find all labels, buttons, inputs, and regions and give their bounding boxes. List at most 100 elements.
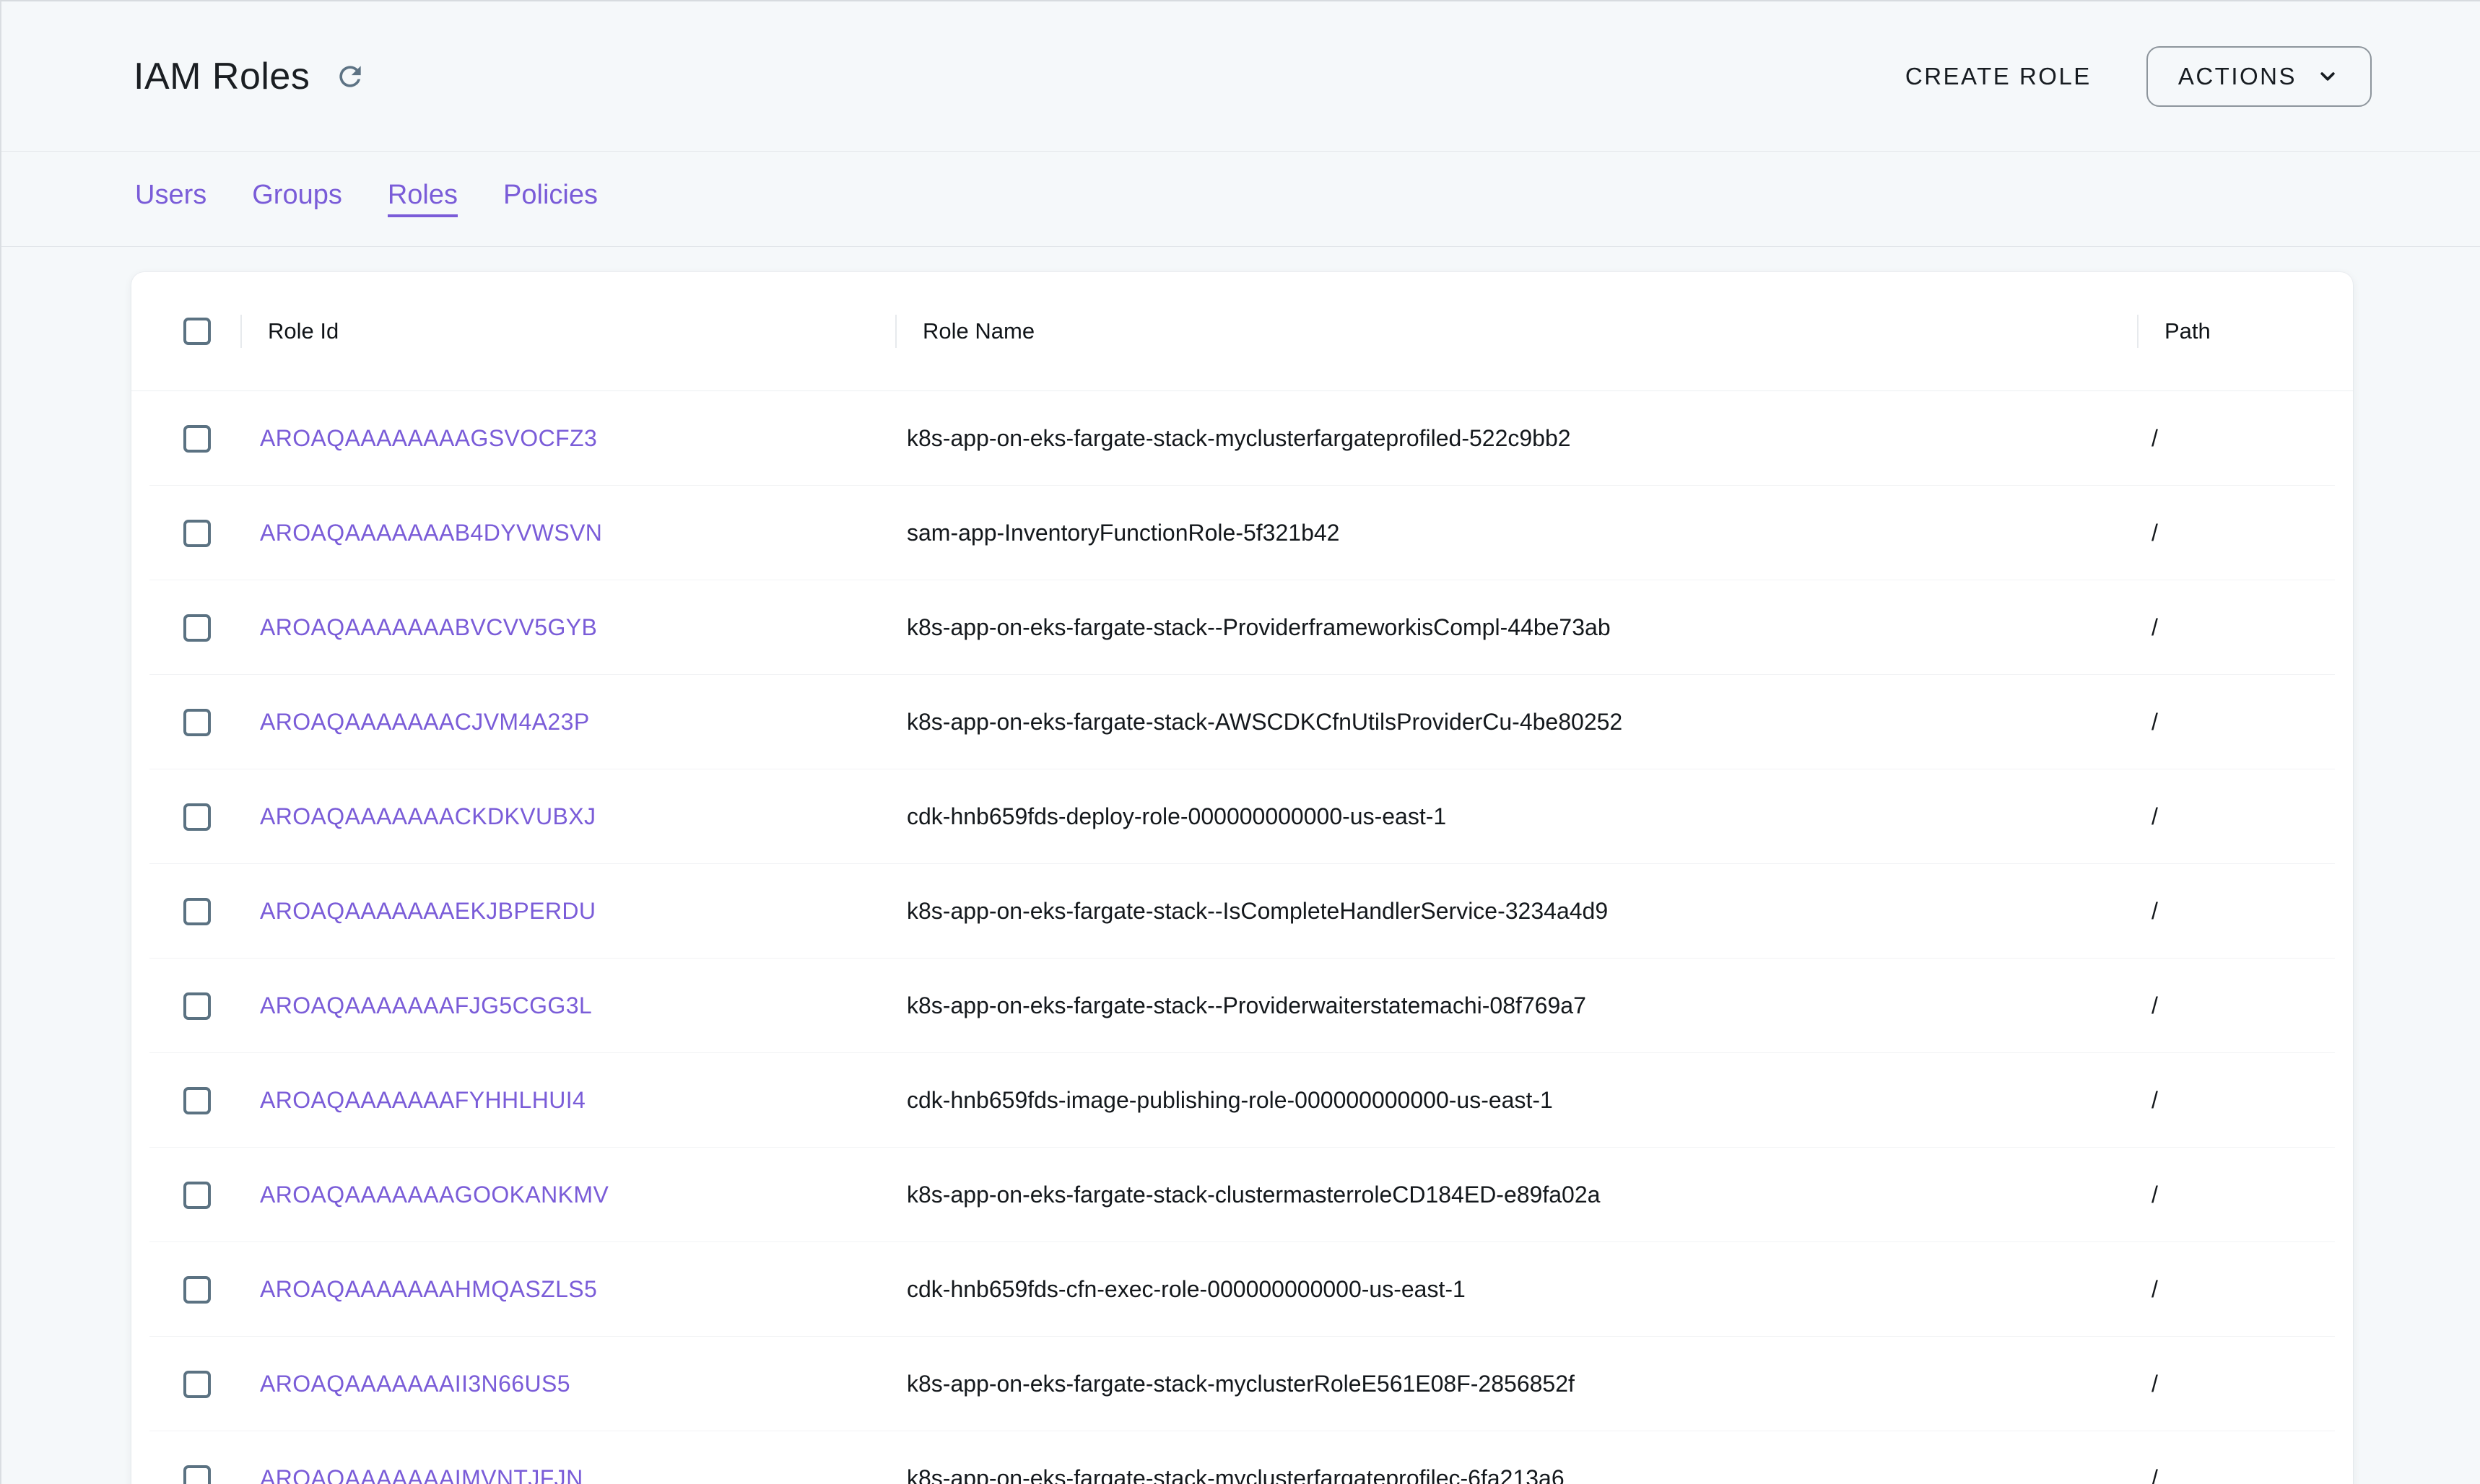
tab-users[interactable]: Users	[135, 180, 206, 217]
refresh-icon	[334, 61, 366, 92]
role-name-text: k8s-app-on-eks-fargate-stack-myclusterfa…	[907, 425, 1571, 451]
role-path-cell: /	[2137, 709, 2353, 736]
role-id-cell: AROAQAAAAAAAB4DYVWSVN	[240, 520, 895, 546]
role-path-cell: /	[2137, 1371, 2353, 1397]
role-id-link[interactable]: AROAQAAAAAAACKDKVUBXJ	[260, 803, 596, 829]
create-role-button[interactable]: CREATE ROLE	[1898, 63, 2099, 90]
row-checkbox-cell	[131, 520, 240, 547]
role-id-cell: AROAQAAAAAAACKDKVUBXJ	[240, 803, 895, 830]
select-all-checkbox[interactable]	[183, 318, 211, 345]
role-name-text: cdk-hnb659fds-deploy-role-000000000000-u…	[907, 803, 1446, 829]
role-path-text: /	[2151, 898, 2158, 924]
row-checkbox-cell	[131, 1371, 240, 1398]
row-checkbox[interactable]	[183, 992, 211, 1020]
table-row: AROAQAAAAAAACJVM4A23P k8s-app-on-eks-far…	[131, 675, 2353, 769]
row-checkbox[interactable]	[183, 520, 211, 547]
table-row: AROAQAAAAAAAFYHHLHUI4 cdk-hnb659fds-imag…	[131, 1053, 2353, 1148]
role-id-link[interactable]: AROAQAAAAAAAAGSVOCFZ3	[260, 425, 597, 451]
role-name-cell: k8s-app-on-eks-fargate-stack--IsComplete…	[895, 898, 2137, 925]
row-checkbox[interactable]	[183, 803, 211, 831]
tab-groups[interactable]: Groups	[252, 180, 342, 217]
row-checkbox[interactable]	[183, 898, 211, 925]
row-checkbox[interactable]	[183, 1465, 211, 1484]
role-name-cell: cdk-hnb659fds-image-publishing-role-0000…	[895, 1087, 2137, 1114]
row-checkbox[interactable]	[183, 1182, 211, 1209]
role-name-cell: k8s-app-on-eks-fargate-stack--Providerfr…	[895, 614, 2137, 641]
row-checkbox[interactable]	[183, 709, 211, 736]
table-row: AROAQAAAAAAAAGSVOCFZ3 k8s-app-on-eks-far…	[131, 391, 2353, 486]
role-id-cell: AROAQAAAAAAAGOOKANKMV	[240, 1182, 895, 1208]
role-path-text: /	[2151, 1182, 2158, 1208]
role-id-link[interactable]: AROAQAAAAAAAHMQASZLS5	[260, 1276, 597, 1302]
role-id-link[interactable]: AROAQAAAAAAAB4DYVWSVN	[260, 520, 602, 546]
row-checkbox[interactable]	[183, 614, 211, 642]
role-name-text: k8s-app-on-eks-fargate-stack--Providerfr…	[907, 614, 1611, 640]
role-name-text: k8s-app-on-eks-fargate-stack--Providerwa…	[907, 992, 1586, 1018]
table-header-row: Role Id Role Name Path	[131, 272, 2353, 391]
role-id-cell: AROAQAAAAAAACJVM4A23P	[240, 709, 895, 736]
role-path-text: /	[2151, 1465, 2158, 1484]
role-path-cell: /	[2137, 1182, 2353, 1208]
tab-roles[interactable]: Roles	[388, 180, 458, 217]
role-path-cell: /	[2137, 614, 2353, 641]
actions-dropdown-button[interactable]: ACTIONS	[2146, 46, 2372, 107]
role-name-cell: k8s-app-on-eks-fargate-stack--Providerwa…	[895, 992, 2137, 1019]
role-id-link[interactable]: AROAQAAAAAAABVCVV5GYB	[260, 614, 597, 640]
table-row: AROAQAAAAAAAEKJBPERDU k8s-app-on-eks-far…	[131, 864, 2353, 959]
iam-roles-page: IAM Roles CREATE ROLE ACTIONS Users Grou	[0, 0, 2480, 1484]
row-checkbox[interactable]	[183, 1087, 211, 1114]
role-path-cell: /	[2137, 425, 2353, 452]
column-header-role-name: Role Name	[895, 318, 2137, 344]
table-row: AROAQAAAAAAAHMQASZLS5 cdk-hnb659fds-cfn-…	[131, 1242, 2353, 1337]
tab-bar: Users Groups Roles Policies	[1, 151, 2480, 247]
header-actions: CREATE ROLE ACTIONS	[1898, 46, 2372, 107]
refresh-button[interactable]	[331, 58, 369, 95]
role-name-cell: k8s-app-on-eks-fargate-stack-myclusterRo…	[895, 1371, 2137, 1397]
role-name-text: k8s-app-on-eks-fargate-stack-AWSCDKCfnUt…	[907, 709, 1622, 735]
role-id-link[interactable]: AROAQAAAAAAAIMVNTJFJN	[260, 1465, 583, 1484]
role-id-cell: AROAQAAAAAAAEKJBPERDU	[240, 898, 895, 925]
row-checkbox[interactable]	[183, 425, 211, 453]
role-name-text: cdk-hnb659fds-image-publishing-role-0000…	[907, 1087, 1553, 1113]
role-id-cell: AROAQAAAAAAAFJG5CGG3L	[240, 992, 895, 1019]
role-id-cell: AROAQAAAAAAABVCVV5GYB	[240, 614, 895, 641]
row-checkbox-cell	[131, 992, 240, 1020]
role-id-link[interactable]: AROAQAAAAAAAEKJBPERDU	[260, 898, 596, 924]
role-path-text: /	[2151, 1371, 2158, 1397]
role-name-text: k8s-app-on-eks-fargate-stack-clustermast…	[907, 1182, 1600, 1208]
role-path-cell: /	[2137, 520, 2353, 546]
row-checkbox-cell	[131, 709, 240, 736]
table-row: AROAQAAAAAAAB4DYVWSVN sam-app-InventoryF…	[131, 486, 2353, 580]
row-checkbox[interactable]	[183, 1276, 211, 1304]
column-header-path: Path	[2137, 318, 2353, 344]
role-path-text: /	[2151, 1276, 2158, 1302]
row-checkbox-cell	[131, 425, 240, 453]
row-checkbox-cell	[131, 1276, 240, 1304]
page-title: IAM Roles	[134, 55, 310, 98]
role-name-text: k8s-app-on-eks-fargate-stack-myclusterfa…	[907, 1465, 1565, 1484]
role-path-text: /	[2151, 992, 2158, 1018]
role-path-text: /	[2151, 614, 2158, 640]
role-id-cell: AROAQAAAAAAAIMVNTJFJN	[240, 1465, 895, 1484]
role-path-text: /	[2151, 425, 2158, 451]
chevron-down-icon	[2315, 64, 2340, 89]
role-name-cell: cdk-hnb659fds-deploy-role-000000000000-u…	[895, 803, 2137, 830]
role-name-cell: k8s-app-on-eks-fargate-stack-clustermast…	[895, 1182, 2137, 1208]
row-checkbox-cell	[131, 614, 240, 642]
table-row: AROAQAAAAAAAIMVNTJFJN k8s-app-on-eks-far…	[131, 1431, 2353, 1484]
row-checkbox-cell	[131, 1182, 240, 1209]
role-path-text: /	[2151, 520, 2158, 546]
role-id-link[interactable]: AROAQAAAAAAAII3N66US5	[260, 1371, 570, 1397]
role-id-cell: AROAQAAAAAAAAGSVOCFZ3	[240, 425, 895, 452]
role-id-link[interactable]: AROAQAAAAAAAFJG5CGG3L	[260, 992, 592, 1018]
row-checkbox[interactable]	[183, 1371, 211, 1398]
role-path-cell: /	[2137, 992, 2353, 1019]
tab-policies[interactable]: Policies	[503, 180, 598, 217]
role-path-text: /	[2151, 1087, 2158, 1113]
role-id-link[interactable]: AROAQAAAAAAAGOOKANKMV	[260, 1182, 609, 1208]
role-id-link[interactable]: AROAQAAAAAAAFYHHLHUI4	[260, 1087, 586, 1113]
role-id-link[interactable]: AROAQAAAAAAACJVM4A23P	[260, 709, 590, 735]
role-path-text: /	[2151, 709, 2158, 735]
role-name-text: sam-app-InventoryFunctionRole-5f321b42	[907, 520, 1339, 546]
role-path-cell: /	[2137, 1465, 2353, 1484]
